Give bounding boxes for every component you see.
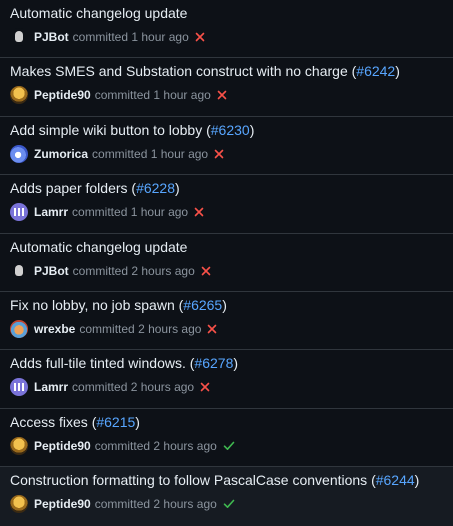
failure-x-icon[interactable] [200,382,210,392]
commit-author[interactable]: Peptide90 [34,439,91,453]
failure-x-icon[interactable] [194,207,204,217]
failure-x-icon[interactable] [207,324,217,334]
commit-author[interactable]: Peptide90 [34,88,91,102]
commit-author[interactable]: wrexbe [34,322,75,336]
commit-time: 2 hours ago [153,438,217,453]
pr-link[interactable]: #6244 [376,472,415,488]
commit-row[interactable]: Construction formatting to follow Pascal… [0,467,453,526]
avatar[interactable] [10,203,28,222]
commit-title[interactable]: Makes SMES and Substation construct with… [10,62,443,80]
avatar[interactable] [10,261,28,280]
success-check-icon[interactable] [223,441,235,451]
avatar[interactable] [10,144,28,163]
avatar[interactable] [10,86,28,105]
commit-row[interactable]: Adds paper folders (#6228) Lamrr committ… [0,175,453,234]
commit-time: 1 hour ago [153,88,211,103]
commit-verb: committed [94,438,151,453]
commit-time: 1 hour ago [130,205,189,220]
avatar[interactable] [10,319,28,338]
commit-title[interactable]: Adds paper folders (#6228) [10,179,443,197]
commit-verb: committed [72,30,129,44]
commit-row[interactable]: Automatic changelog update PJBot committ… [0,0,453,59]
pr-link[interactable]: #6215 [96,414,135,430]
success-check-icon[interactable] [223,499,235,509]
avatar[interactable] [10,378,28,397]
commit-title[interactable]: Add simple wiki button to lobby (#6230) [10,121,443,139]
commit-time: 1 hour ago [150,146,209,161]
commit-time: 2 hours ago [153,497,217,512]
avatar[interactable] [10,495,28,514]
commit-time: 2 hours ago [138,321,202,336]
pr-link[interactable]: #6278 [194,355,233,371]
commit-row[interactable]: Add simple wiki button to lobby (#6230) … [0,116,453,176]
commit-author[interactable]: PJBot [34,30,69,44]
failure-x-icon[interactable] [201,266,211,276]
commit-title[interactable]: Automatic changelog update [10,4,443,22]
pr-link[interactable]: #6230 [211,122,250,138]
commit-verb: committed [92,146,148,161]
commit-verb: committed [72,205,128,220]
commit-row[interactable]: Access fixes (#6215) Peptide90 committed… [0,408,453,468]
commit-author[interactable]: Lamrr [34,380,68,394]
avatar[interactable] [10,28,28,46]
commit-row[interactable]: Fix no lobby, no job spawn (#6265) wrexb… [0,291,453,351]
commit-title[interactable]: Adds full-tile tinted windows. (#6278) [10,354,443,372]
commit-author[interactable]: Peptide90 [34,497,91,511]
commit-verb: committed [72,263,129,278]
commit-verb: committed [72,380,128,395]
failure-x-icon[interactable] [195,32,205,42]
commit-title[interactable]: Fix no lobby, no job spawn (#6265) [10,296,443,314]
avatar[interactable] [10,436,28,455]
commit-row[interactable]: Adds full-tile tinted windows. (#6278) L… [0,350,453,409]
commit-row[interactable]: Makes SMES and Substation construct with… [0,58,453,117]
commit-title[interactable]: Automatic changelog update [10,238,443,256]
commit-verb: committed [94,88,151,103]
commit-author[interactable]: Lamrr [34,205,68,219]
failure-x-icon[interactable] [217,90,227,100]
commit-time: 2 hours ago [131,263,195,278]
commit-author[interactable]: PJBot [34,264,69,278]
pr-link[interactable]: #6228 [136,180,175,196]
commit-title[interactable]: Access fixes (#6215) [10,413,443,431]
commit-verb: committed [94,497,151,512]
failure-x-icon[interactable] [214,149,224,159]
commit-row[interactable]: Automatic changelog update PJBot committ… [0,233,453,292]
commit-verb: committed [79,321,135,336]
pr-link[interactable]: #6265 [183,297,222,313]
commit-list: Automatic changelog update PJBot committ… [0,0,453,526]
commit-author[interactable]: Zumorica [34,147,88,161]
pr-link[interactable]: #6242 [356,63,395,79]
commit-time: 1 hour ago [131,30,189,44]
commit-time: 2 hours ago [130,380,195,395]
commit-title[interactable]: Construction formatting to follow Pascal… [10,471,443,489]
